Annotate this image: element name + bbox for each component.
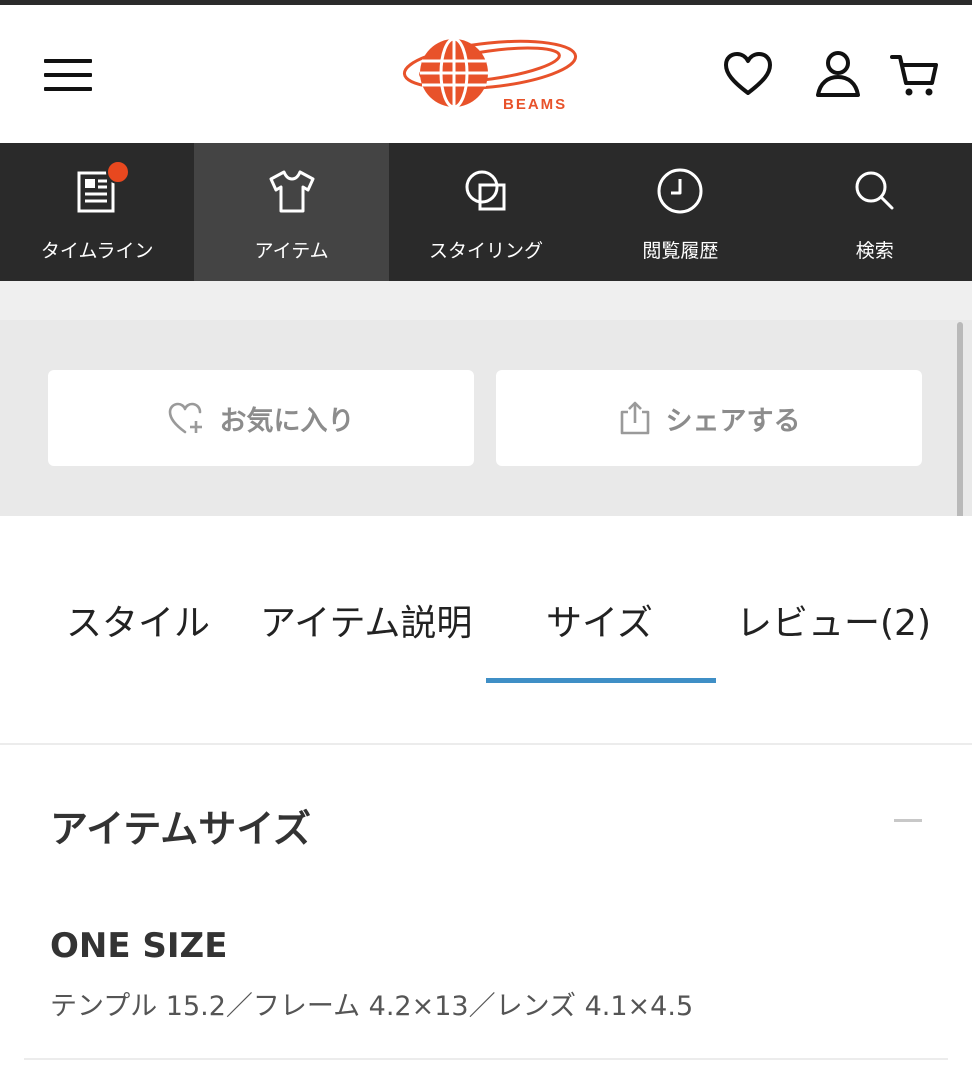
clock-icon bbox=[657, 168, 703, 214]
action-bar: お気に入り シェアする bbox=[0, 320, 972, 516]
menu-icon bbox=[44, 59, 92, 63]
main-nav: タイムライン アイテム スタイリング 閲覧履歴 検索 bbox=[0, 143, 972, 281]
search-icon bbox=[855, 171, 894, 210]
nav-label-search: 検索 bbox=[855, 240, 894, 262]
tab-item-description[interactable]: アイテム説明 bbox=[260, 594, 472, 646]
divider bbox=[0, 743, 972, 745]
styling-icon bbox=[465, 170, 506, 211]
nav-label-history: 閲覧履歴 bbox=[642, 240, 719, 262]
size-name: ONE SIZE bbox=[50, 926, 228, 966]
spacer bbox=[0, 281, 972, 320]
heart-icon bbox=[724, 52, 772, 95]
beams-logo[interactable]: BEAMS bbox=[392, 35, 582, 115]
share-label: シェアする bbox=[665, 405, 801, 437]
nav-item-search[interactable]: 検索 bbox=[778, 143, 972, 281]
tshirt-icon bbox=[269, 170, 315, 213]
tab-review[interactable]: レビュー(2) bbox=[736, 594, 931, 646]
heart-plus-icon bbox=[168, 402, 202, 434]
section-title: アイテムサイズ bbox=[50, 807, 312, 851]
brand-text: BEAMS bbox=[503, 96, 567, 113]
user-icon bbox=[816, 51, 860, 97]
nav-item-timeline[interactable]: タイムライン bbox=[0, 143, 194, 281]
menu-icon-bar bbox=[44, 73, 92, 77]
cart-button[interactable] bbox=[890, 49, 942, 101]
size-detail: テンプル 15.2／フレーム 4.2×13／レンズ 4.1×4.5 bbox=[50, 991, 694, 1022]
favorite-label: お気に入り bbox=[219, 405, 355, 437]
collapse-icon[interactable] bbox=[894, 819, 922, 822]
favorites-button[interactable] bbox=[722, 49, 774, 101]
nav-item-items[interactable]: アイテム bbox=[194, 143, 389, 281]
active-tab-indicator bbox=[486, 678, 716, 683]
app-header: BEAMS bbox=[0, 5, 972, 143]
nav-label-styling: スタイリング bbox=[428, 240, 543, 262]
nav-item-history[interactable]: 閲覧履歴 bbox=[583, 143, 777, 281]
tab-size[interactable]: サイズ bbox=[546, 594, 653, 646]
tab-style[interactable]: スタイル bbox=[66, 594, 210, 646]
favorite-button[interactable]: お気に入り bbox=[48, 370, 474, 466]
nav-label-items: アイテム bbox=[254, 240, 329, 262]
cart-icon bbox=[890, 55, 938, 96]
nav-label-timeline: タイムライン bbox=[40, 240, 154, 262]
menu-icon-bar bbox=[44, 87, 92, 91]
share-button[interactable]: シェアする bbox=[496, 370, 922, 466]
menu-button[interactable] bbox=[40, 53, 96, 97]
notification-badge bbox=[106, 160, 130, 184]
detail-tabs: スタイル アイテム説明 サイズ レビュー(2) bbox=[0, 516, 972, 744]
account-button[interactable] bbox=[812, 49, 864, 101]
nav-item-styling[interactable]: スタイリング bbox=[389, 143, 583, 281]
share-icon bbox=[620, 401, 649, 435]
divider bbox=[24, 1058, 948, 1060]
